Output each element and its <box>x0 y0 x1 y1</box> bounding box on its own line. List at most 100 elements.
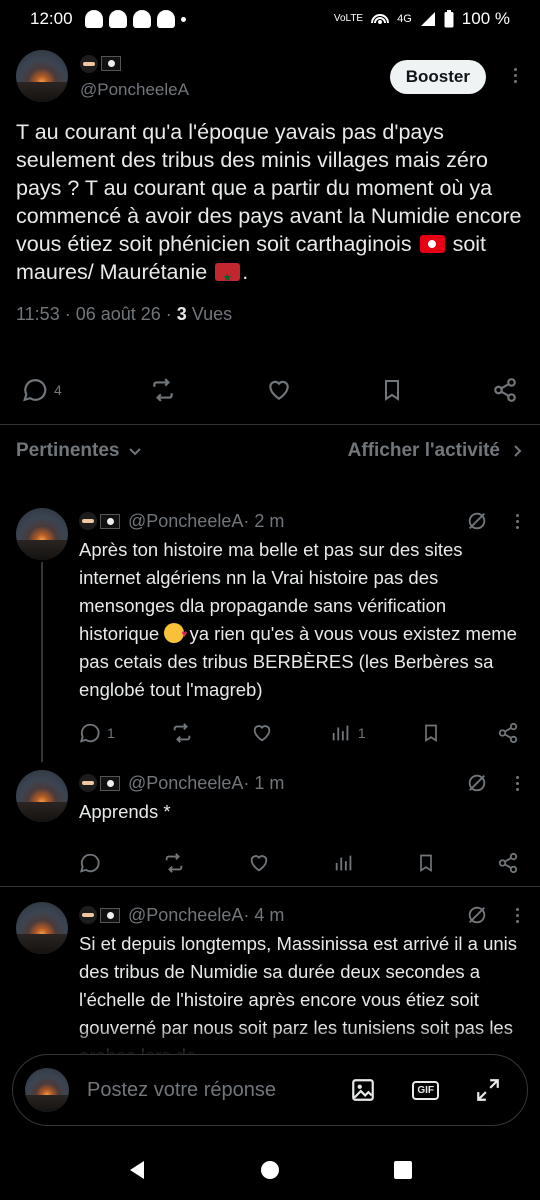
pirate-flag-emoji-icon <box>100 775 120 791</box>
battery-icon <box>444 10 454 28</box>
replies-filter-bar: Pertinentes Afficher l'activité <box>16 440 524 462</box>
repost-button[interactable] <box>149 377 177 403</box>
reply-actions <box>79 848 519 878</box>
reply-icon <box>79 723 100 743</box>
bookmark-button[interactable] <box>421 722 441 744</box>
views-button[interactable] <box>333 852 355 874</box>
reply-time: · 4 m <box>243 904 285 925</box>
snapchat-icon <box>108 10 127 28</box>
views-button[interactable]: 1 <box>330 722 366 744</box>
ninja-emoji-icon <box>79 512 97 530</box>
sort-label: Pertinentes <box>16 440 120 461</box>
view-activity-link[interactable]: Afficher l'activité <box>348 440 524 462</box>
reply-input[interactable]: Postez votre réponse <box>87 1079 350 1102</box>
volte-indicator: VoLTE <box>333 13 364 24</box>
like-button[interactable] <box>265 377 293 403</box>
user-handle[interactable]: @PoncheeleA <box>80 80 189 100</box>
pirate-flag-emoji-icon <box>101 56 121 71</box>
share-button[interactable] <box>492 377 518 403</box>
home-icon[interactable] <box>259 1159 281 1181</box>
boost-button[interactable]: Booster <box>389 60 486 94</box>
image-icon[interactable] <box>350 1077 376 1103</box>
reply-icon <box>23 379 47 402</box>
pirate-flag-emoji-icon <box>100 907 120 923</box>
tweet-meta: 11:53 · 06 août 26 · 3 Vues <box>16 304 524 325</box>
reply-text: Apprends * <box>79 801 171 822</box>
grok-icon[interactable] <box>466 772 488 794</box>
network-type: 4G <box>397 13 412 25</box>
tweet-timestamp[interactable]: 11:53 · 06 août 26 · <box>16 304 177 324</box>
reply-button[interactable] <box>79 852 101 874</box>
like-button[interactable] <box>247 852 271 874</box>
user-handle[interactable]: @PoncheeleA <box>128 773 243 794</box>
display-name[interactable] <box>80 53 121 75</box>
morocco-flag-emoji-icon <box>215 263 241 292</box>
ninja-emoji-icon <box>79 906 97 924</box>
share-button[interactable] <box>497 852 519 874</box>
heart-icon <box>269 380 289 400</box>
divider <box>0 886 540 887</box>
recents-icon[interactable] <box>392 1159 414 1181</box>
share-button[interactable] <box>497 722 519 744</box>
reply-tweet[interactable]: @PoncheeleA · 1 m Apprends * <box>16 770 524 878</box>
share-icon <box>498 852 518 874</box>
grok-icon[interactable] <box>466 510 488 532</box>
gif-icon[interactable]: GIF <box>412 1080 439 1100</box>
reply-time: · 1 m <box>243 772 285 793</box>
reply-count: 1 <box>107 725 115 741</box>
status-time: 12:00 <box>30 9 73 28</box>
snapchat-icon <box>84 10 103 28</box>
avatar[interactable] <box>16 50 68 102</box>
bookmark-icon <box>385 380 400 401</box>
view-activity-label: Afficher l'activité <box>347 440 500 461</box>
avatar[interactable] <box>16 902 68 954</box>
main-tweet: @PoncheeleA Booster T au courant qu'a l'… <box>16 46 524 325</box>
reply-button[interactable]: 1 <box>79 722 115 744</box>
more-options-icon[interactable] <box>508 68 522 83</box>
reply-tweet[interactable]: @PoncheeleA · 2 m Après ton histoire ma … <box>16 508 524 748</box>
tweet-actions: 4 <box>16 372 524 408</box>
like-button[interactable] <box>250 722 274 744</box>
views-count: 1 <box>357 725 366 741</box>
bookmark-button[interactable] <box>416 852 436 874</box>
repost-button[interactable] <box>162 852 186 874</box>
reply-count: 4 <box>54 382 62 398</box>
display-name[interactable] <box>79 772 120 794</box>
bookmark-icon <box>425 724 438 743</box>
grok-icon[interactable] <box>466 904 488 926</box>
views-label: Vues <box>186 304 233 324</box>
reply-composer[interactable]: Postez votre réponse GIF <box>12 1054 528 1126</box>
system-nav-bar <box>0 1140 540 1200</box>
more-options-icon[interactable] <box>510 907 524 923</box>
share-icon <box>498 722 518 744</box>
more-options-icon[interactable] <box>510 513 524 529</box>
repost-icon <box>174 723 191 743</box>
bookmark-button[interactable] <box>380 376 404 404</box>
display-name[interactable] <box>79 510 120 532</box>
user-handle[interactable]: @PoncheeleA <box>128 905 243 926</box>
reply-actions: 1 1 <box>79 718 519 748</box>
heart-icon <box>251 855 268 872</box>
back-icon[interactable] <box>126 1159 148 1181</box>
more-options-icon[interactable] <box>510 775 524 791</box>
reply-icon <box>79 853 100 873</box>
expand-icon[interactable] <box>475 1077 501 1103</box>
reply-button[interactable]: 4 <box>22 377 62 403</box>
kissing-face-emoji-icon: ♥ <box>164 623 187 643</box>
ninja-emoji-icon <box>79 774 97 792</box>
tweet-text: T au courant qu'a l'époque yavais pas d'… <box>16 118 524 292</box>
repost-button[interactable] <box>170 722 194 744</box>
avatar[interactable] <box>16 770 68 822</box>
signal-icon <box>420 12 435 26</box>
views-count: 3 <box>176 304 187 324</box>
analytics-icon <box>335 855 351 871</box>
sort-dropdown[interactable]: Pertinentes <box>16 440 143 462</box>
tunisia-flag-emoji-icon <box>419 235 445 253</box>
hotspot-icon <box>371 14 390 24</box>
bookmark-icon <box>419 854 432 873</box>
pirate-flag-emoji-icon <box>100 513 120 529</box>
snapchat-icon <box>132 10 151 28</box>
avatar[interactable] <box>16 508 68 560</box>
user-handle[interactable]: @PoncheeleA <box>128 511 243 532</box>
display-name[interactable] <box>79 904 120 926</box>
